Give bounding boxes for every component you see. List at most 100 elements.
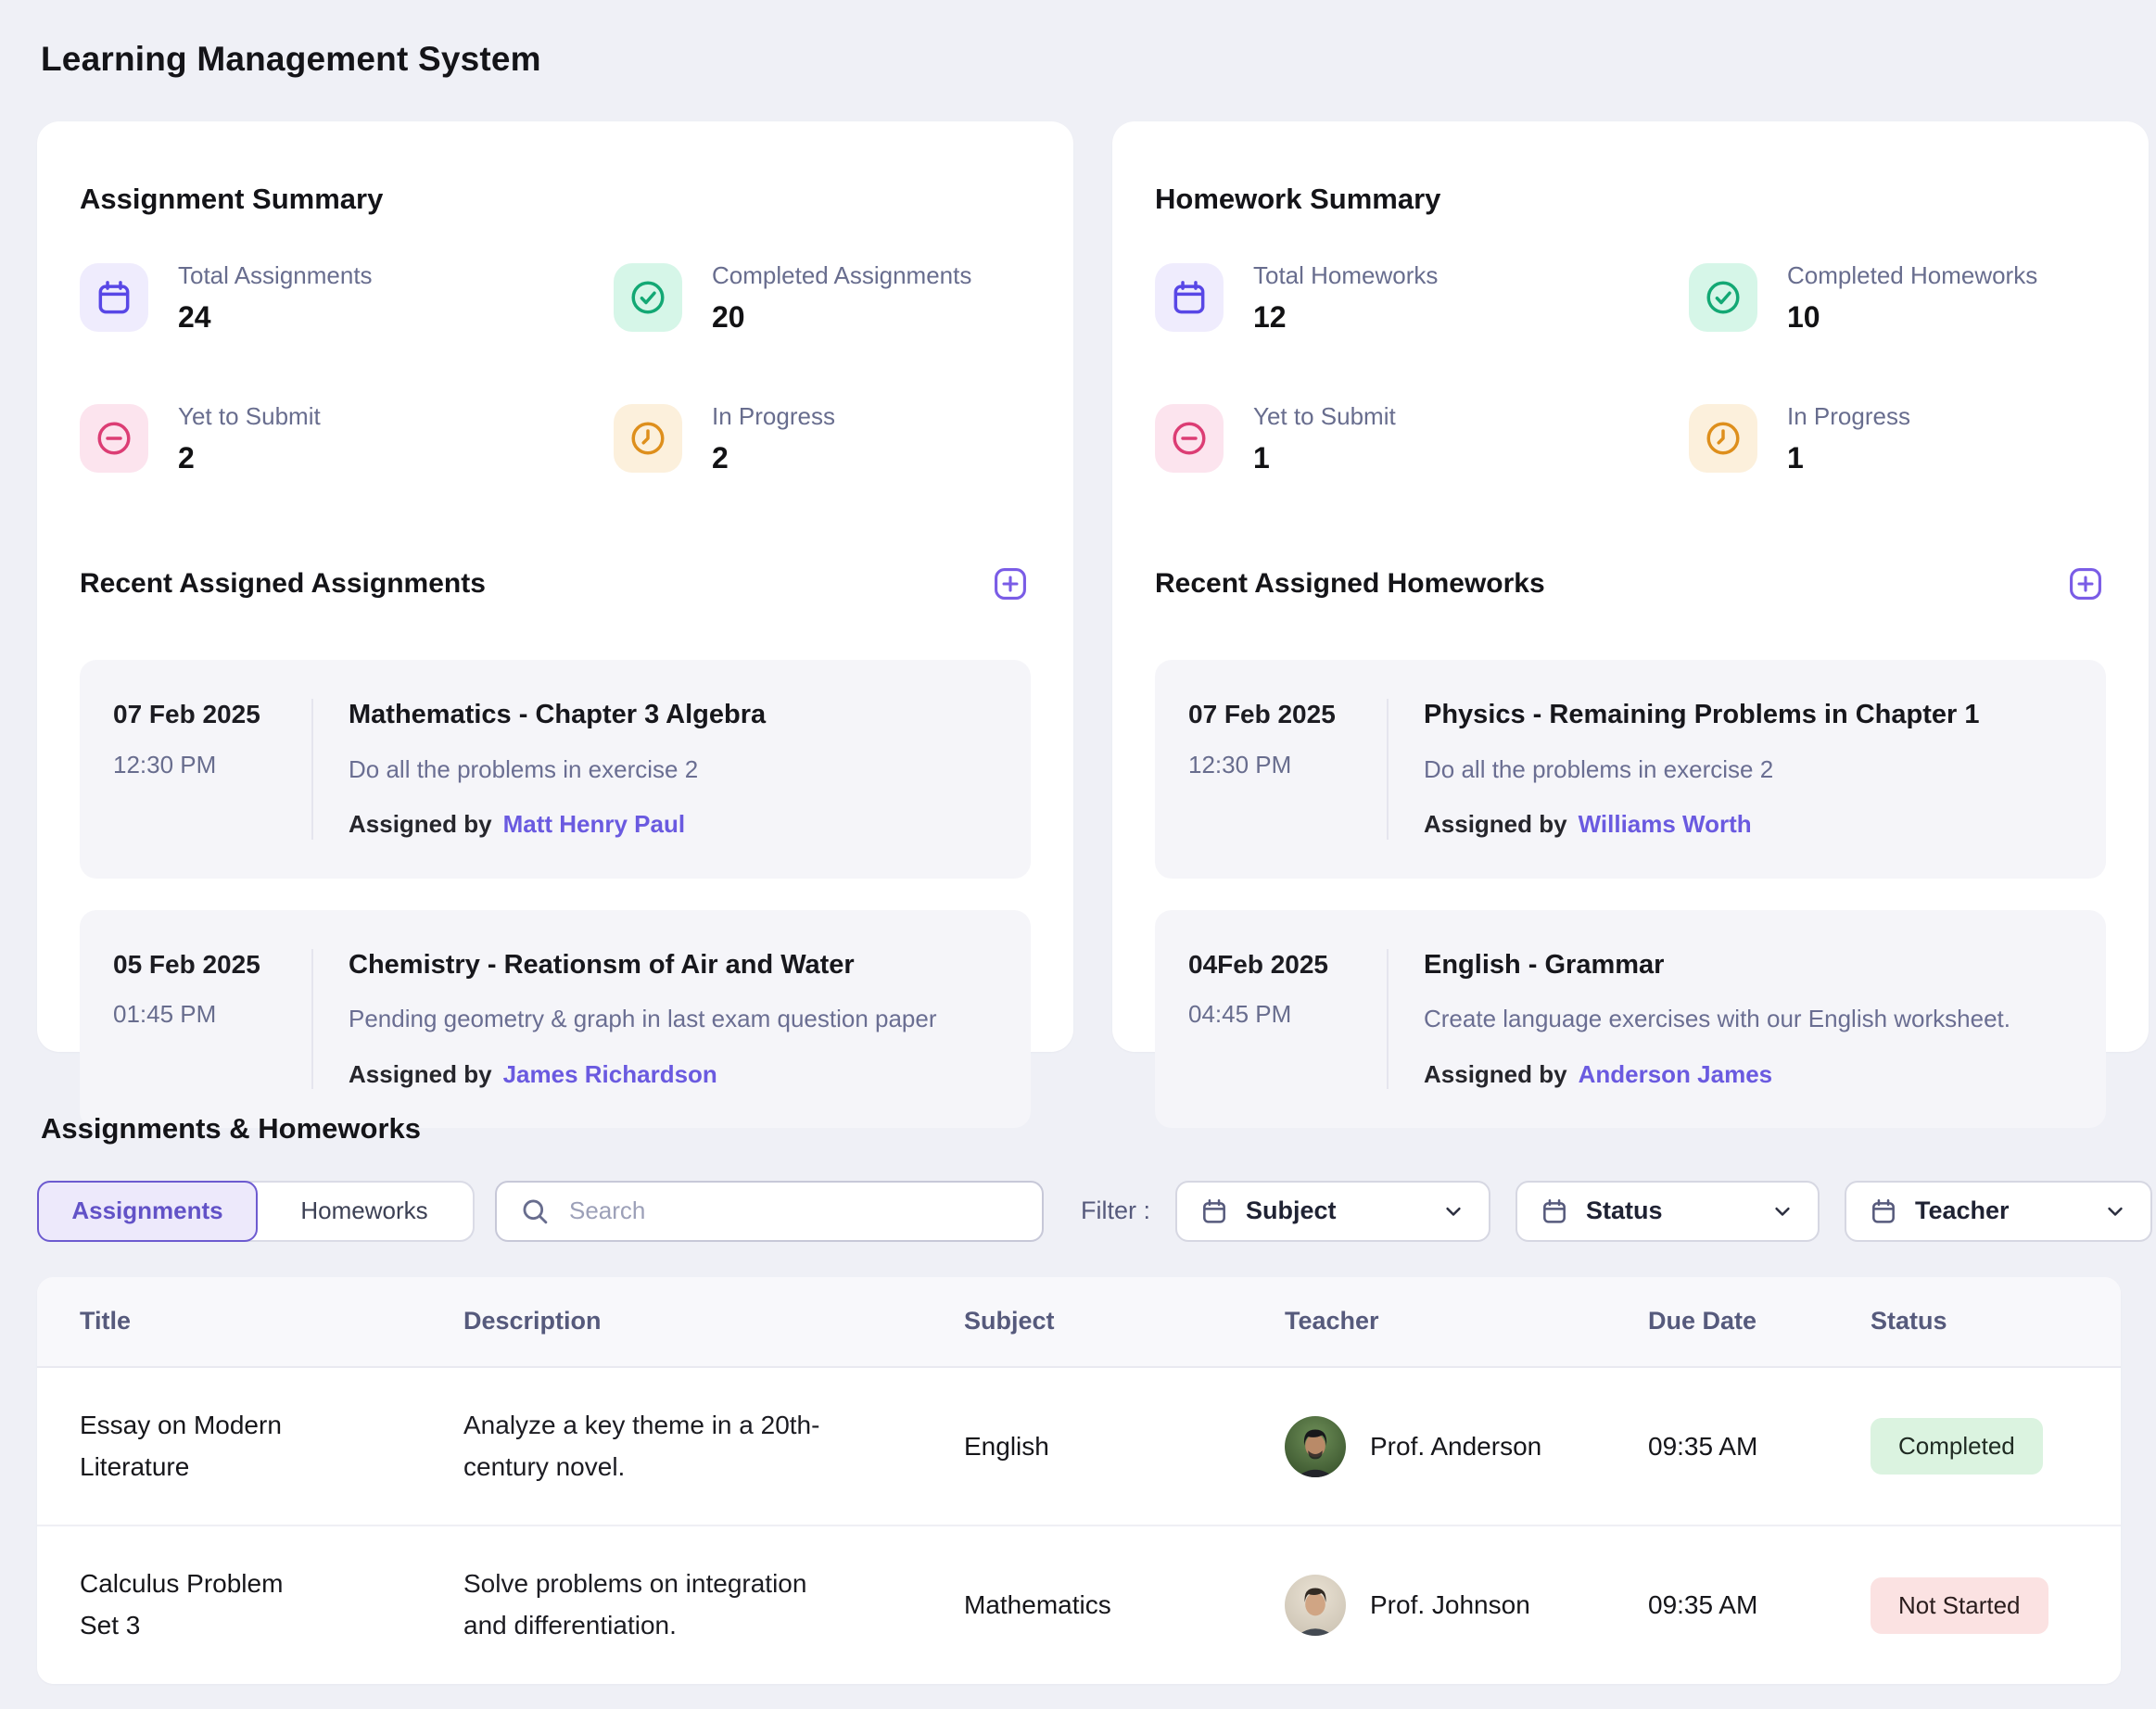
stat-total-assignments: Total Assignments 24 (80, 261, 614, 334)
plus-square-icon (990, 563, 1031, 604)
homework-stats: Total Homeworks 12 Completed Homeworks 1… (1155, 261, 2106, 475)
stat-value: 2 (178, 442, 321, 475)
stat-text: Yet to Submit 2 (178, 402, 321, 475)
stat-text: In Progress 1 (1787, 402, 1910, 475)
stat-label: In Progress (1787, 402, 1910, 431)
homework-assigned-by: Assigned by Williams Worth (1424, 810, 1980, 839)
homework-time: 04:45 PM (1188, 1000, 1387, 1029)
assignment-time: 01:45 PM (113, 1000, 311, 1029)
homework-summary-card: Homework Summary Total Homeworks 12 (1112, 121, 2149, 1052)
avatar (1285, 1575, 1346, 1636)
status-filter-label: Status (1586, 1196, 1663, 1225)
homework-summary-title: Homework Summary (1155, 182, 2106, 216)
stat-label: Completed Homeworks (1787, 261, 2037, 290)
homework-item-main: English - Grammar Create language exerci… (1389, 949, 2010, 1089)
homework-title: Physics - Remaining Problems in Chapter … (1424, 699, 1980, 731)
calendar-icon (1155, 263, 1224, 332)
stat-value: 20 (712, 301, 971, 334)
recent-assignments-title: Recent Assigned Assignments (80, 567, 486, 601)
tab-homeworks[interactable]: Homeworks (256, 1183, 473, 1240)
assignment-time: 12:30 PM (113, 751, 311, 779)
table-row[interactable]: Essay on Modern Literature Analyze a key… (37, 1368, 2121, 1527)
status-filter-dropdown[interactable]: Status (1516, 1181, 1820, 1242)
stat-value: 10 (1787, 301, 2037, 334)
subject-filter-label: Subject (1246, 1196, 1337, 1225)
calendar-icon (1199, 1196, 1229, 1226)
assigned-by-label: Assigned by (1424, 810, 1567, 838)
table-row[interactable]: Calculus Problem Set 3 Solve problems on… (37, 1526, 2121, 1684)
row-due-date: 09:35 AM (1648, 1590, 1871, 1620)
stat-text: Yet to Submit 1 (1253, 402, 1396, 475)
stat-value: 1 (1787, 442, 1910, 475)
assignment-title: Chemistry - Reationsm of Air and Water (349, 949, 937, 981)
stat-in-progress: In Progress 2 (614, 402, 1031, 475)
homework-item-datecol: 04Feb 2025 04:45 PM (1188, 949, 1389, 1089)
teacher-filter-dropdown[interactable]: Teacher (1845, 1181, 2152, 1242)
tab-assignments[interactable]: Assignments (37, 1181, 258, 1242)
add-homework-button[interactable] (2065, 563, 2106, 604)
stat-label: Yet to Submit (1253, 402, 1396, 431)
assignment-stats: Total Assignments 24 Completed Assignmen… (80, 261, 1031, 475)
minus-circle-icon (80, 404, 148, 473)
assigner-link[interactable]: James Richardson (503, 1060, 717, 1088)
homework-item: 07 Feb 2025 12:30 PM Physics - Remaining… (1155, 660, 2106, 878)
status-badge: Not Started (1871, 1577, 2048, 1634)
homework-title: English - Grammar (1424, 949, 2010, 981)
summary-cards-row: Assignment Summary Total Assignments 24 (37, 121, 2149, 1052)
assignment-item: 05 Feb 2025 01:45 PM Chemistry - Reation… (80, 910, 1031, 1128)
assigner-link[interactable]: Matt Henry Paul (503, 810, 686, 838)
col-due-date: Due Date (1648, 1307, 1871, 1336)
stat-text: Completed Assignments 20 (712, 261, 971, 334)
stat-label: Completed Assignments (712, 261, 971, 290)
assignment-summary-title: Assignment Summary (80, 182, 1031, 216)
homework-description: Do all the problems in exercise 2 (1424, 755, 1980, 784)
subject-filter-dropdown[interactable]: Subject (1175, 1181, 1490, 1242)
chevron-down-icon (1440, 1198, 1466, 1224)
row-status: Completed (1871, 1418, 2119, 1475)
stat-value: 12 (1253, 301, 1438, 334)
homework-item: 04Feb 2025 04:45 PM English - Grammar Cr… (1155, 910, 2106, 1128)
assignment-title: Mathematics - Chapter 3 Algebra (349, 699, 766, 731)
assigner-link[interactable]: Anderson James (1579, 1060, 1773, 1088)
assignment-summary-card: Assignment Summary Total Assignments 24 (37, 121, 1073, 1052)
search-input[interactable] (567, 1196, 1020, 1226)
homework-assigned-by: Assigned by Anderson James (1424, 1060, 2010, 1089)
calendar-icon (1869, 1196, 1898, 1226)
check-circle-icon (1689, 263, 1757, 332)
minus-circle-icon (1155, 404, 1224, 473)
assignment-item-main: Chemistry - Reationsm of Air and Water P… (313, 949, 937, 1089)
stat-value: 24 (178, 301, 373, 334)
row-status: Not Started (1871, 1577, 2119, 1634)
filter-label: Filter : (1081, 1196, 1150, 1225)
status-badge: Completed (1871, 1418, 2043, 1475)
col-title: Title (80, 1307, 463, 1336)
stat-yet-to-submit: Yet to Submit 1 (1155, 402, 1689, 475)
clock-icon (614, 404, 682, 473)
assigned-by-label: Assigned by (349, 810, 492, 838)
col-status: Status (1871, 1307, 2119, 1336)
row-description: Analyze a key theme in a 20th-century no… (463, 1405, 827, 1488)
assigned-by-label: Assigned by (1424, 1060, 1567, 1088)
stat-value: 2 (712, 442, 835, 475)
stat-yet-to-submit: Yet to Submit 2 (80, 402, 614, 475)
check-circle-icon (614, 263, 682, 332)
search-icon (519, 1196, 551, 1227)
stat-in-progress: In Progress 1 (1689, 402, 2106, 475)
homework-item-datecol: 07 Feb 2025 12:30 PM (1188, 699, 1389, 839)
add-assignment-button[interactable] (990, 563, 1031, 604)
tab-group: Assignments Homeworks (37, 1181, 475, 1242)
stat-completed-assignments: Completed Assignments 20 (614, 261, 1031, 334)
row-title: Calculus Problem Set 3 (80, 1563, 311, 1647)
stat-text: Total Homeworks 12 (1253, 261, 1438, 334)
table-header: Title Description Subject Teacher Due Da… (37, 1277, 2121, 1368)
stat-completed-homeworks: Completed Homeworks 10 (1689, 261, 2106, 334)
assignment-assigned-by: Assigned by Matt Henry Paul (349, 810, 766, 839)
search-box (495, 1181, 1044, 1242)
calendar-icon (80, 263, 148, 332)
assigner-link[interactable]: Williams Worth (1579, 810, 1752, 838)
assignment-date: 07 Feb 2025 (113, 699, 311, 730)
assignment-item-main: Mathematics - Chapter 3 Algebra Do all t… (313, 699, 766, 839)
recent-homeworks-header: Recent Assigned Homeworks (1155, 539, 2106, 628)
assignment-item-datecol: 07 Feb 2025 12:30 PM (113, 699, 313, 839)
stat-text: Total Assignments 24 (178, 261, 373, 334)
